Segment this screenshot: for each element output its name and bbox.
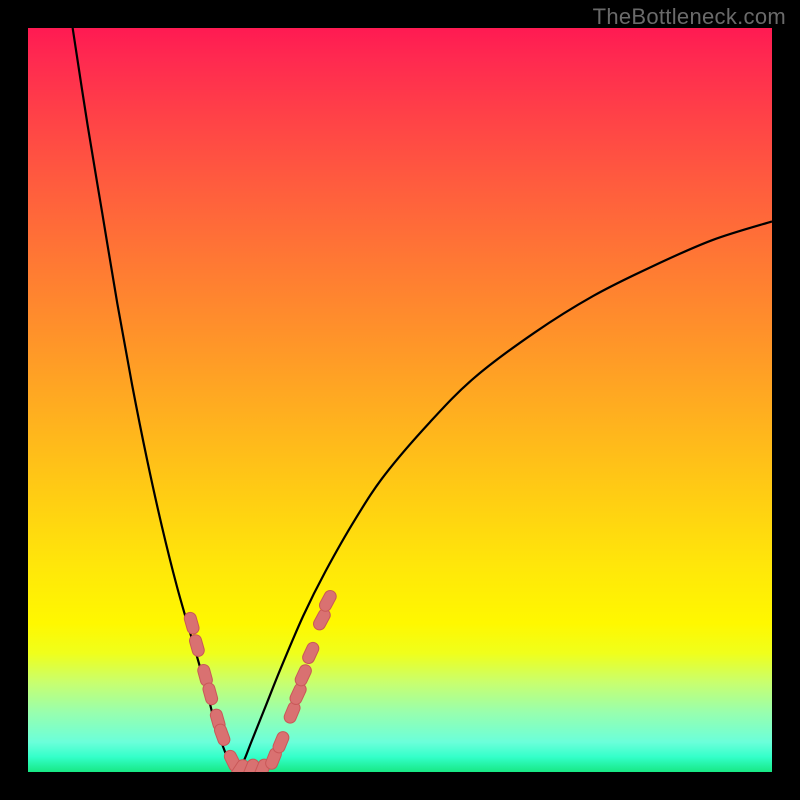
watermark-text: TheBottleneck.com: [593, 4, 786, 30]
chart-frame: TheBottleneck.com: [0, 0, 800, 800]
marker-group: [183, 588, 338, 772]
marker-pill: [183, 611, 201, 635]
marker-pill: [301, 640, 321, 665]
plot-area: [28, 28, 772, 772]
marker-pill: [213, 722, 232, 747]
marker-pill: [271, 730, 291, 755]
curve-layer: [28, 28, 772, 772]
marker-pill: [317, 588, 338, 613]
marker-pill: [202, 682, 219, 706]
curve-left-branch: [73, 28, 237, 772]
marker-pill: [188, 633, 206, 657]
curve-right-branch: [236, 221, 772, 772]
marker-pill: [293, 663, 313, 688]
